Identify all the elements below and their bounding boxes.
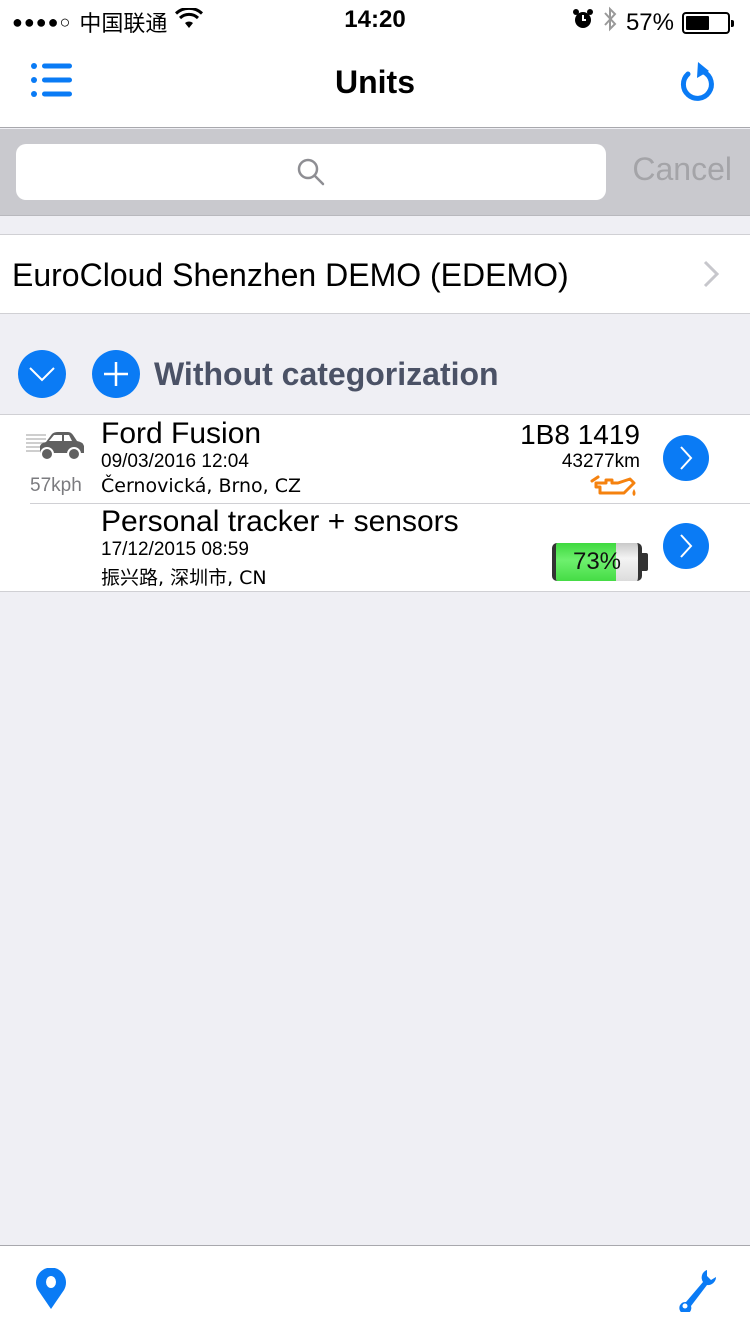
- cancel-button[interactable]: Cancel: [632, 151, 732, 188]
- chevron-right-icon: [680, 446, 693, 470]
- unit-name: Ford Fusion: [101, 417, 262, 450]
- chevron-down-icon: [29, 367, 55, 382]
- tab-bar: [0, 1245, 750, 1334]
- search-input[interactable]: [16, 144, 606, 200]
- unit-details-button[interactable]: [663, 523, 709, 569]
- group-header: Without categorization: [18, 350, 499, 398]
- search-bar: Cancel: [0, 129, 750, 216]
- unit-mileage: 43277km: [561, 451, 640, 472]
- battery-icon-fill: [686, 15, 709, 30]
- tab-map[interactable]: [34, 1267, 68, 1315]
- search-field[interactable]: [16, 144, 606, 200]
- collapse-group-button[interactable]: [18, 350, 66, 398]
- chevron-right-icon: [680, 534, 693, 558]
- wrench-icon: [679, 1270, 717, 1314]
- unit-speed: 57kph: [30, 475, 82, 496]
- tab-tools[interactable]: [674, 1268, 718, 1317]
- plus-icon: [104, 362, 128, 386]
- refresh-button[interactable]: [676, 60, 720, 104]
- account-name: EuroCloud Shenzhen DEMO (EDEMO): [12, 257, 569, 293]
- alarm-icon: [572, 8, 594, 37]
- status-bar: ●●●●○ 中国联通 14:20 57%: [0, 0, 750, 40]
- unit-last-message-time: 17/12/2015 08:59: [101, 539, 249, 560]
- unit-plate-number: 1B8 1419: [520, 419, 640, 450]
- unit-row[interactable]: Personal tracker + sensors 17/12/2015 08…: [0, 503, 750, 591]
- group-title: Without categorization: [154, 355, 499, 392]
- unit-battery-indicator: 73%: [552, 543, 642, 581]
- add-to-group-button[interactable]: [92, 350, 140, 398]
- oil-can-warning-icon: [590, 475, 636, 496]
- units-list: 57kph Ford Fusion 09/03/2016 12:04 Černo…: [0, 414, 750, 592]
- unit-details-button[interactable]: [663, 435, 709, 481]
- unit-battery-tip: [642, 553, 648, 571]
- map-pin-icon: [36, 1267, 66, 1309]
- car-moving-icon: [26, 432, 84, 461]
- chevron-right-icon: [703, 260, 720, 288]
- status-right: 57%: [572, 6, 734, 39]
- battery-percent: 57%: [625, 8, 674, 36]
- account-row[interactable]: EuroCloud Shenzhen DEMO (EDEMO): [0, 234, 750, 314]
- battery-icon: [682, 11, 734, 34]
- unit-name: Personal tracker + sensors: [101, 505, 459, 538]
- refresh-icon: [680, 62, 714, 101]
- unit-battery-label: 73%: [572, 548, 622, 575]
- navigation-bar: Units: [0, 40, 750, 128]
- unit-last-message-time: 09/03/2016 12:04: [101, 451, 249, 472]
- unit-address: 振兴路, 深圳市, CN: [101, 567, 267, 589]
- unit-row[interactable]: 57kph Ford Fusion 09/03/2016 12:04 Černo…: [0, 415, 750, 503]
- bluetooth-icon: [602, 6, 618, 39]
- unit-address: Černovická, Brno, CZ: [101, 475, 302, 497]
- page-title: Units: [335, 64, 415, 100]
